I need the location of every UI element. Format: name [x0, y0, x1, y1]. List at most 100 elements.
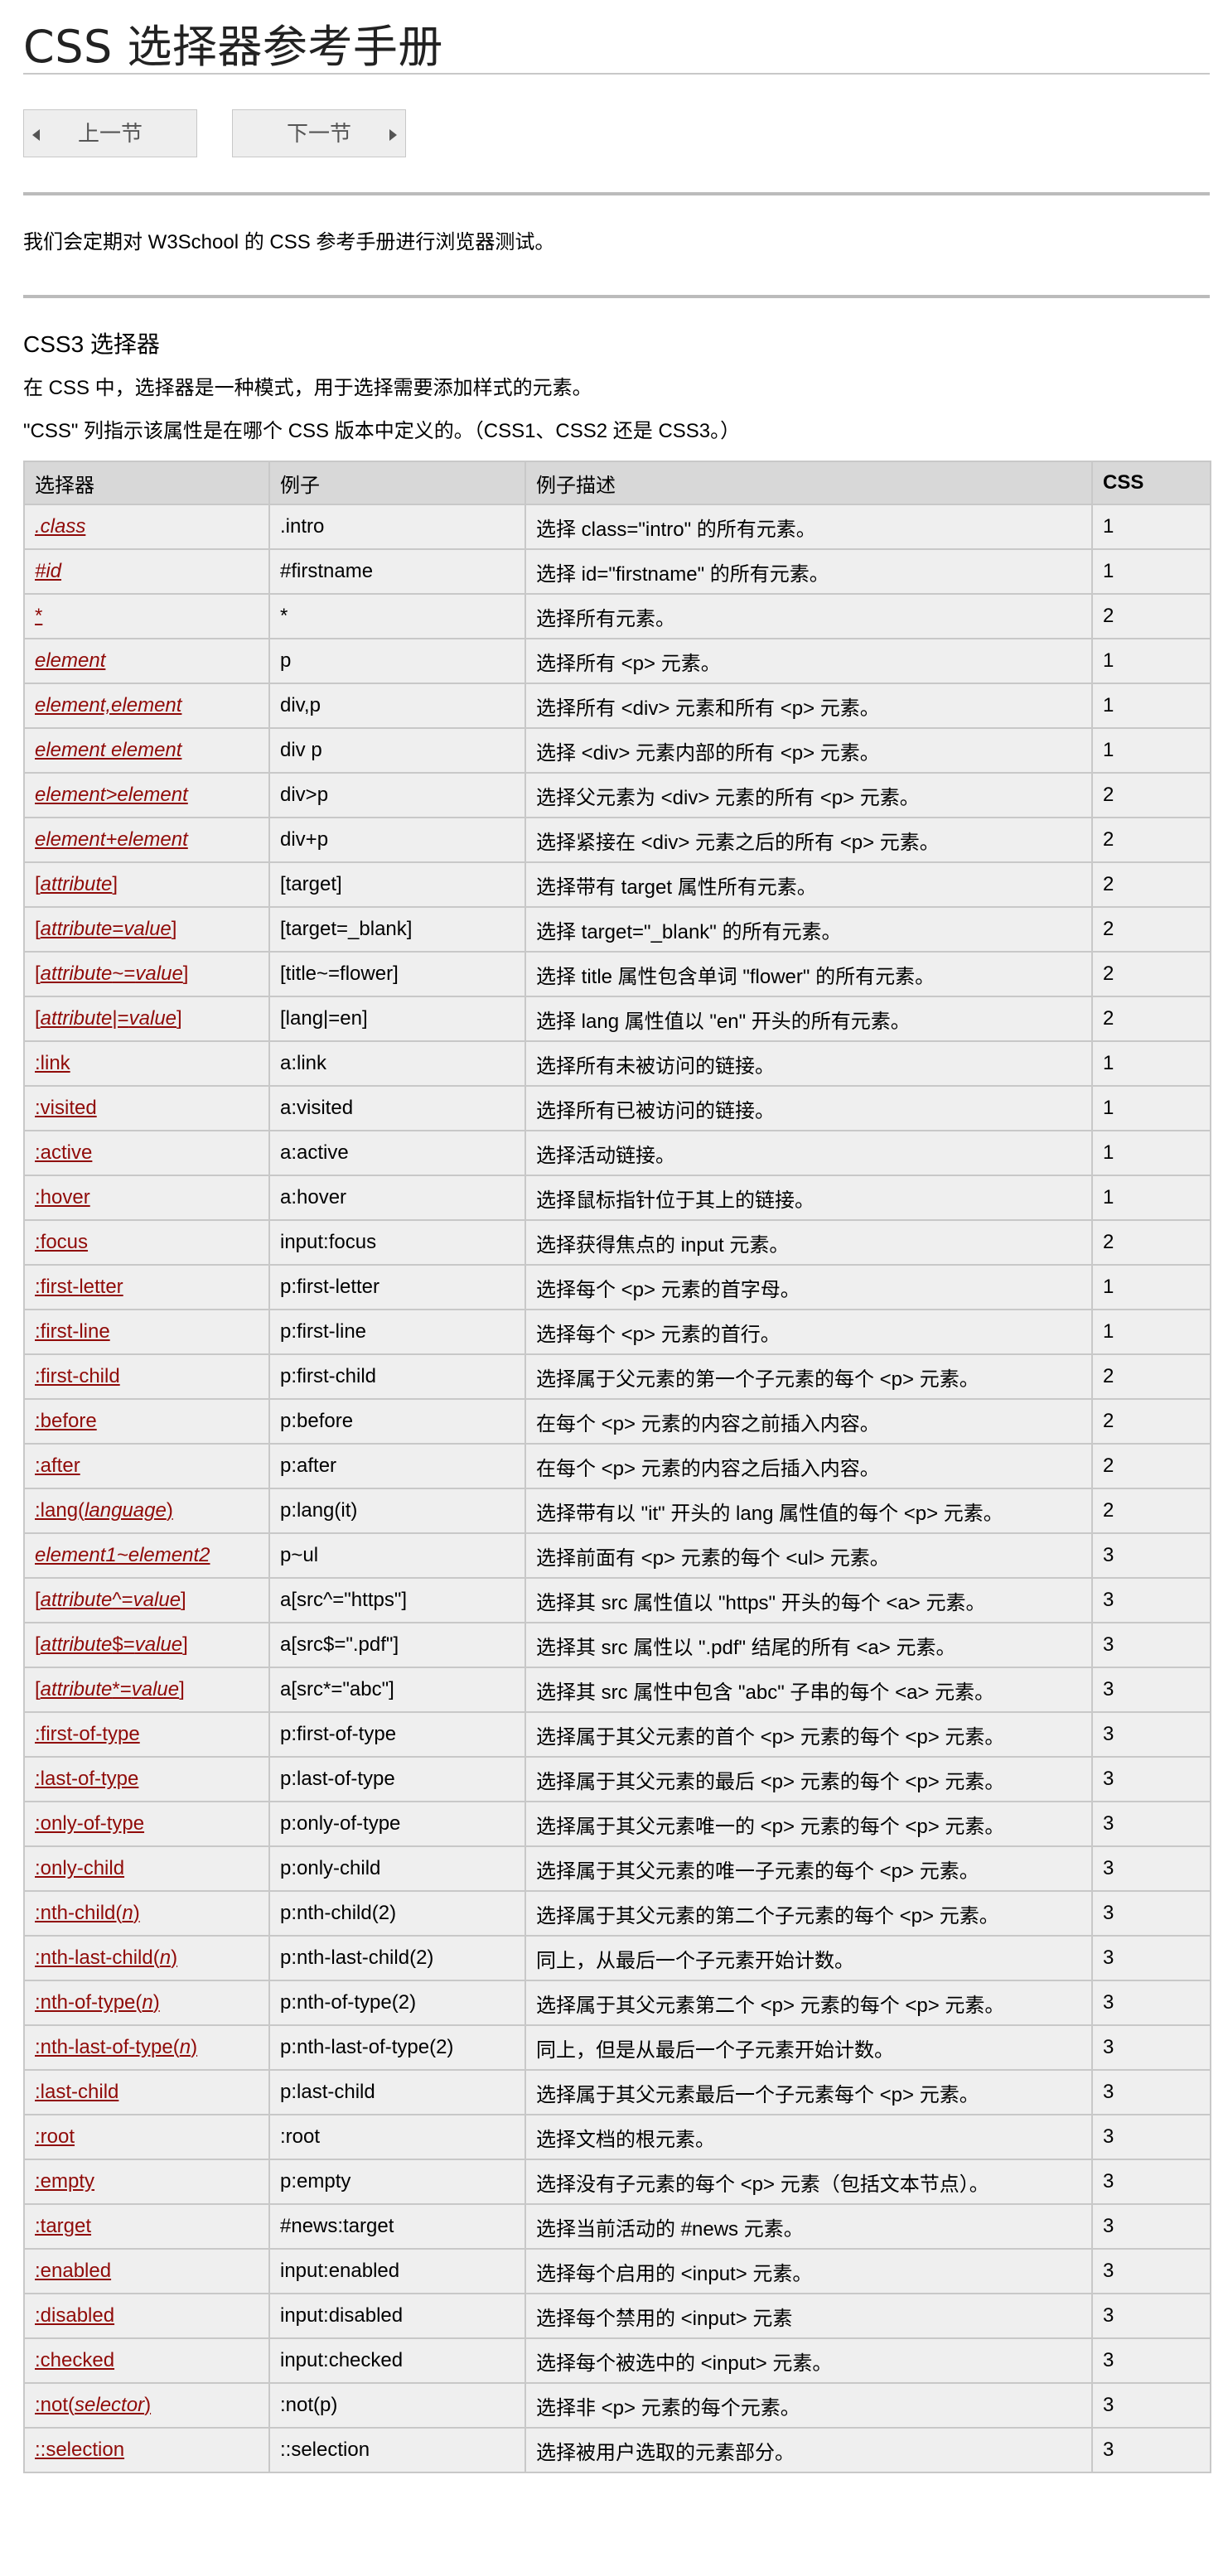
next-section-button[interactable]: 下一节 — [232, 109, 406, 157]
selector-cell: element+element — [23, 817, 270, 863]
table-row: [attribute*=value] a[src*="abc"] 选择其 src 属… — [23, 1667, 1211, 1713]
selector-link[interactable]: element1~element2 — [35, 1544, 210, 1566]
table-row: :first-of-type p:first-of-type 选择属于其父元素的首个… — [23, 1711, 1211, 1758]
selector-link[interactable]: :nth-of-type(n) — [35, 1991, 160, 2014]
selector-part: ) — [133, 1902, 140, 1924]
selector-link[interactable]: .class — [35, 515, 85, 538]
selector-link[interactable]: :only-of-type — [35, 1812, 144, 1835]
table-header-row: 选择器 例子 例子描述 CSS — [23, 461, 1211, 505]
selector-link[interactable]: :nth-last-child(n) — [35, 1946, 177, 1969]
selector-link[interactable]: :before — [35, 1410, 97, 1432]
selector-link[interactable]: :first-letter — [35, 1276, 123, 1298]
table-row: :link a:link 选择所有未被访问的链接。 1 — [23, 1040, 1211, 1087]
selector-part: value — [123, 918, 172, 940]
prev-section-button[interactable]: 上一节 — [23, 109, 197, 157]
example-cell: p~ul — [268, 1532, 526, 1579]
selector-cell: :first-of-type — [23, 1711, 270, 1758]
selector-link[interactable]: element element — [35, 739, 181, 761]
selector-part: ] — [179, 1678, 185, 1700]
selector-link[interactable]: :root — [35, 2125, 75, 2148]
selector-link[interactable]: :visited — [35, 1097, 97, 1119]
selector-link[interactable]: [attribute^=value] — [35, 1589, 186, 1611]
selector-cell: element>element — [23, 772, 270, 818]
selector-link[interactable]: ::selection — [35, 2439, 124, 2461]
description-cell: 选择鼠标指针位于其上的链接。 — [524, 1175, 1093, 1221]
selector-link[interactable]: [attribute$=value] — [35, 1633, 188, 1656]
selector-link[interactable]: :focus — [35, 1231, 88, 1253]
selector-part: element — [35, 649, 106, 672]
selector-link[interactable]: #id — [35, 560, 61, 582]
selector-link[interactable]: :after — [35, 1454, 80, 1477]
css-version-cell: 2 — [1091, 861, 1211, 908]
table-row: [attribute~=value] [title~=flower] 选择 titl… — [23, 951, 1211, 997]
css-version-cell: 2 — [1091, 772, 1211, 818]
css-version-cell: 1 — [1091, 504, 1211, 550]
selector-part: value — [134, 1633, 183, 1656]
description-cell: 选择每个被选中的 <input> 元素。 — [524, 2337, 1093, 2384]
selector-link[interactable]: :link — [35, 1052, 70, 1074]
selector-link[interactable]: element>element — [35, 784, 188, 806]
selector-link[interactable]: element — [35, 649, 105, 672]
table-row: :enabled input:enabled 选择每个启用的 <input> 元素。… — [23, 2248, 1211, 2294]
selector-link[interactable]: :first-of-type — [35, 1723, 140, 1745]
selector-link[interactable]: :enabled — [35, 2260, 111, 2282]
description-cell: 选择 <div> 元素内部的所有 <p> 元素。 — [524, 727, 1093, 774]
example-cell: p:nth-of-type(2) — [268, 1980, 526, 2026]
description-cell: 选择带有以 "it" 开头的 lang 属性值的每个 <p> 元素。 — [524, 1488, 1093, 1534]
description-cell: 同上，从最后一个子元素开始计数。 — [524, 1935, 1093, 1981]
selector-link[interactable]: :first-child — [35, 1365, 120, 1387]
selector-link[interactable]: :nth-last-of-type(n) — [35, 2036, 197, 2058]
example-cell: a:link — [268, 1040, 526, 1087]
table-row: element1~element2 p~ul 选择前面有 <p> 元素的每个 <ul… — [23, 1532, 1211, 1579]
selector-link[interactable]: :not(selector) — [35, 2394, 151, 2416]
selector-part: :empty — [35, 2170, 95, 2192]
selector-link[interactable]: :last-of-type — [35, 1768, 138, 1790]
selector-part: ^= — [112, 1589, 133, 1611]
selector-link[interactable]: * — [35, 605, 42, 627]
selector-cell: :root — [23, 2114, 270, 2160]
example-cell: p:first-line — [268, 1309, 526, 1355]
selector-link[interactable]: [attribute|=value] — [35, 1007, 182, 1030]
selector-link[interactable]: [attribute*=value] — [35, 1678, 185, 1700]
selector-link[interactable]: element+element — [35, 828, 188, 851]
selector-cell: :nth-last-of-type(n) — [23, 2024, 270, 2071]
css-version-cell: 3 — [1091, 2203, 1211, 2250]
selector-part: :checked — [35, 2349, 115, 2371]
selector-cell: * — [23, 593, 270, 639]
selector-link[interactable]: :target — [35, 2215, 91, 2237]
css-version-cell: 1 — [1091, 1085, 1211, 1131]
table-row: [attribute$=value] a[src$=".pdf"] 选择其 src … — [23, 1622, 1211, 1668]
selector-part: ) — [144, 2394, 152, 2416]
description-cell: 选择其 src 属性中包含 "abc" 子串的每个 <a> 元素。 — [524, 1667, 1093, 1713]
selector-part: ) — [152, 1991, 160, 2014]
selector-link[interactable]: :first-line — [35, 1320, 110, 1343]
table-row: :nth-of-type(n) p:nth-of-type(2) 选择属于其父元素第… — [23, 1980, 1211, 2026]
example-cell: p:lang(it) — [268, 1488, 526, 1534]
selector-part: :target — [35, 2215, 92, 2237]
description-cell: 选择属于其父元素的第二个子元素的每个 <p> 元素。 — [524, 1890, 1093, 1937]
example-cell: p:empty — [268, 2159, 526, 2205]
selector-link[interactable]: :only-child — [35, 1857, 124, 1879]
css-version-cell: 3 — [1091, 1890, 1211, 1937]
selector-link[interactable]: :checked — [35, 2349, 114, 2371]
selector-link[interactable]: :nth-child(n) — [35, 1902, 140, 1924]
selector-part: :nth-child( — [35, 1902, 123, 1924]
selector-part: ] — [182, 1633, 188, 1656]
selector-part: :nth-last-of-type( — [35, 2036, 180, 2058]
selector-link[interactable]: element,element — [35, 694, 181, 716]
selector-link[interactable]: [attribute] — [35, 873, 118, 895]
selector-link[interactable]: :disabled — [35, 2304, 114, 2327]
selector-link[interactable]: :last-child — [35, 2081, 118, 2103]
description-cell: 选择每个 <p> 元素的首行。 — [524, 1309, 1093, 1355]
selector-part: ] — [171, 918, 177, 940]
selector-link[interactable]: :active — [35, 1141, 92, 1164]
description-cell: 同上，但是从最后一个子元素开始计数。 — [524, 2024, 1093, 2071]
selector-link[interactable]: [attribute=value] — [35, 918, 176, 940]
selector-link[interactable]: :hover — [35, 1186, 90, 1208]
selector-link[interactable]: :lang(language) — [35, 1499, 173, 1522]
description-cell: 选择每个启用的 <input> 元素。 — [524, 2248, 1093, 2294]
selector-link[interactable]: :empty — [35, 2170, 94, 2192]
description-cell: 选择属于其父元素第二个 <p> 元素的每个 <p> 元素。 — [524, 1980, 1093, 2026]
table-row: .class .intro 选择 class="intro" 的所有元素。 1 — [23, 504, 1211, 550]
selector-link[interactable]: [attribute~=value] — [35, 962, 188, 985]
